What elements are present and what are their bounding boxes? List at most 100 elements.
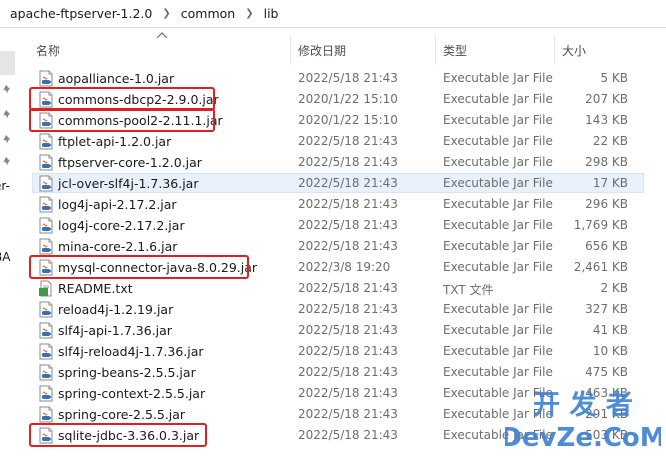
file-modified-date: 2022/5/18 21:43 xyxy=(298,239,398,253)
jar-file-icon xyxy=(39,406,53,423)
file-type: Executable Jar File xyxy=(443,260,553,274)
file-modified-date: 2022/5/18 21:43 xyxy=(298,386,398,400)
file-size: 41 KB xyxy=(592,323,628,337)
column-header-size[interactable]: 大小 xyxy=(562,42,586,59)
text-file-icon xyxy=(39,280,52,297)
jar-file-icon xyxy=(39,217,53,234)
file-type: Executable Jar File xyxy=(443,113,553,127)
pin-icon[interactable] xyxy=(2,134,13,145)
file-name: log4j-core-2.17.2.jar xyxy=(58,218,185,233)
breadcrumb-item-ftpserver[interactable]: apache-ftpserver-1.2.0 xyxy=(8,6,154,21)
file-row[interactable]: ftplet-api-1.2.0.jar 2022/5/18 21:43 Execu… xyxy=(28,131,666,152)
file-type: Executable Jar File xyxy=(443,218,553,232)
file-size: 2,461 KB xyxy=(573,260,628,274)
file-row[interactable]: spring-beans-2.5.5.jar 2022/5/18 21:43 Exe… xyxy=(28,362,666,383)
file-type: Executable Jar File xyxy=(443,386,553,400)
file-type: Executable Jar File xyxy=(443,155,553,169)
breadcrumb-item-common[interactable]: common xyxy=(179,6,237,21)
file-type: Executable Jar File xyxy=(443,197,553,211)
file-size: 5 KB xyxy=(600,71,628,85)
file-type: Executable Jar File xyxy=(443,92,553,106)
file-name: log4j-api-2.17.2.jar xyxy=(58,197,177,212)
file-type: Executable Jar File xyxy=(443,407,553,421)
file-modified-date: 2022/5/18 21:43 xyxy=(298,71,398,85)
file-name: jcl-over-slf4j-1.7.36.jar xyxy=(58,176,199,191)
jar-file-icon xyxy=(39,343,53,360)
file-row[interactable]: mina-core-2.1.6.jar 2022/5/18 21:43 Execut… xyxy=(28,236,666,257)
jar-file-icon xyxy=(39,385,53,402)
column-divider[interactable] xyxy=(435,35,436,65)
red-highlight-box xyxy=(29,108,215,132)
file-size: 296 KB xyxy=(585,197,628,211)
file-modified-date: 2022/3/8 19:20 xyxy=(298,260,391,274)
file-row[interactable]: log4j-api-2.17.2.jar 2022/5/18 21:43 Execu… xyxy=(28,194,666,215)
pin-icon[interactable] xyxy=(2,84,13,95)
file-name: ftpserver-core-1.2.0.jar xyxy=(58,155,202,170)
file-type: Executable Jar File xyxy=(443,239,553,253)
file-size: 143 KB xyxy=(585,113,628,127)
file-row[interactable]: spring-core-2.5.5.jar 2022/5/18 21:43 Exec… xyxy=(28,404,666,425)
file-name: spring-context-2.5.5.jar xyxy=(58,386,206,401)
file-modified-date: 2022/5/18 21:43 xyxy=(298,281,398,295)
file-row[interactable]: spring-context-2.5.5.jar 2022/5/18 21:43 E… xyxy=(28,383,666,404)
file-type: Executable Jar File xyxy=(443,365,553,379)
file-type: Executable Jar File xyxy=(443,176,553,190)
file-row[interactable]: README.txt 2022/5/18 21:43 TXT 文件 2 KB xyxy=(28,278,666,299)
file-row[interactable]: aopalliance-1.0.jar 2022/5/18 21:43 Execut… xyxy=(28,68,666,89)
file-row[interactable]: log4j-core-2.17.2.jar 2022/5/18 21:43 Exec… xyxy=(28,215,666,236)
column-divider[interactable] xyxy=(290,35,291,65)
file-size: 503 KB xyxy=(585,428,628,442)
column-header: 名称 修改日期 类型 大小 xyxy=(28,29,666,65)
column-header-name[interactable]: 名称 xyxy=(36,42,60,59)
file-size: 17 KB xyxy=(592,176,628,190)
red-highlight-box xyxy=(29,255,249,279)
file-name: aopalliance-1.0.jar xyxy=(58,71,175,86)
file-size: 1,769 KB xyxy=(573,218,628,232)
file-modified-date: 2022/5/18 21:43 xyxy=(298,323,398,337)
column-header-modified[interactable]: 修改日期 xyxy=(298,42,346,59)
file-size: 463 KB xyxy=(585,386,628,400)
navigation-pane: er- BA xyxy=(0,29,18,458)
chevron-right-icon[interactable]: ❯ xyxy=(154,8,178,19)
jar-file-icon xyxy=(39,133,53,150)
jar-file-icon xyxy=(39,322,53,339)
pin-icon[interactable] xyxy=(2,109,13,120)
breadcrumb: apache-ftpserver-1.2.0 ❯ common ❯ lib xyxy=(0,0,666,28)
jar-file-icon xyxy=(39,238,53,255)
file-size: 298 KB xyxy=(585,155,628,169)
file-row[interactable]: jcl-over-slf4j-1.7.36.jar 2022/5/18 21:43… xyxy=(28,173,666,194)
file-name: slf4j-api-1.7.36.jar xyxy=(58,323,172,338)
column-divider[interactable] xyxy=(554,35,555,65)
file-modified-date: 2022/5/18 21:43 xyxy=(298,428,398,442)
file-modified-date: 2022/5/18 21:43 xyxy=(298,344,398,358)
file-row[interactable]: slf4j-api-1.7.36.jar 2022/5/18 21:43 Execu… xyxy=(28,320,666,341)
file-row[interactable]: slf4j-reload4j-1.7.36.jar 2022/5/18 21:43… xyxy=(28,341,666,362)
file-type: Executable Jar File xyxy=(443,134,553,148)
jar-file-icon xyxy=(39,154,53,171)
file-type: TXT 文件 xyxy=(443,283,494,297)
nav-item-selected[interactable] xyxy=(0,51,15,75)
file-name: spring-core-2.5.5.jar xyxy=(58,407,186,422)
file-size: 22 KB xyxy=(592,134,628,148)
file-size: 327 KB xyxy=(585,302,628,316)
file-type: Executable Jar File xyxy=(443,323,553,337)
file-row[interactable]: ftpserver-core-1.2.0.jar 2022/5/18 21:43 E… xyxy=(28,152,666,173)
breadcrumb-item-lib[interactable]: lib xyxy=(262,6,281,21)
column-header-type[interactable]: 类型 xyxy=(443,42,467,59)
file-row[interactable]: reload4j-1.2.19.jar 2022/5/18 21:43 Execut… xyxy=(28,299,666,320)
file-explorer-window: apache-ftpserver-1.2.0 ❯ common ❯ lib er… xyxy=(0,0,666,458)
file-modified-date: 2022/5/18 21:43 xyxy=(298,302,398,316)
file-size: 475 KB xyxy=(585,365,628,379)
file-name: ftplet-api-1.2.0.jar xyxy=(58,134,172,149)
chevron-right-icon[interactable]: ❯ xyxy=(237,8,261,19)
file-type: Executable Jar File xyxy=(443,71,553,85)
file-modified-date: 2022/5/18 21:43 xyxy=(298,365,398,379)
file-size: 291 KB xyxy=(585,407,628,421)
pin-icon[interactable] xyxy=(2,156,13,167)
nav-item-label[interactable]: BA xyxy=(0,250,10,264)
file-modified-date: 2020/1/22 15:10 xyxy=(298,92,398,106)
file-name: slf4j-reload4j-1.7.36.jar xyxy=(58,344,204,359)
file-name: reload4j-1.2.19.jar xyxy=(58,302,174,317)
nav-item-label[interactable]: er- xyxy=(0,179,10,193)
file-size: 656 KB xyxy=(585,239,628,253)
